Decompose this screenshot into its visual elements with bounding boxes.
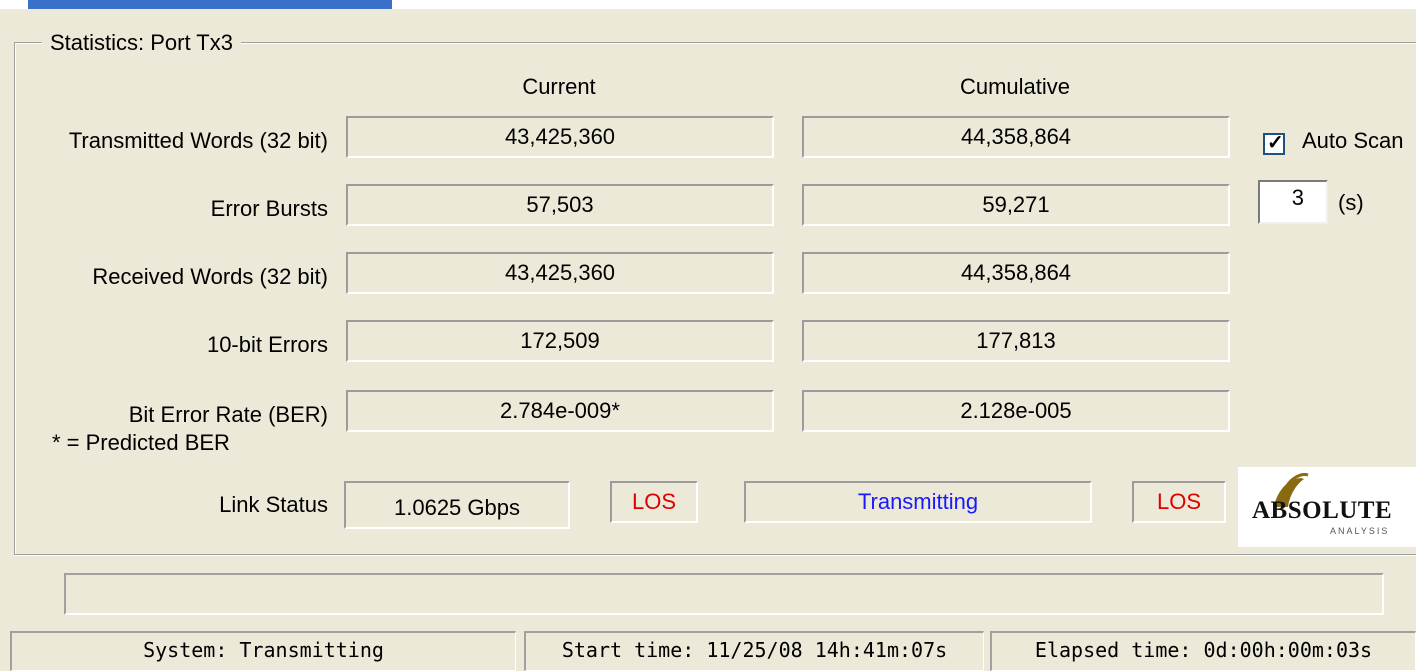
transmitted-words-cumulative: 44,358,864	[802, 116, 1230, 158]
received-words-current: 43,425,360	[346, 252, 774, 294]
status-bar: System: Transmitting Start time: 11/25/0…	[0, 629, 1416, 671]
los-indicator-right: LOS	[1132, 481, 1226, 523]
progress-bar	[64, 573, 1384, 615]
row-sublabel-predicted-ber: * = Predicted BER	[52, 430, 230, 455]
scan-interval-input[interactable]	[1258, 180, 1328, 224]
group-title: Statistics: Port Tx3	[42, 30, 241, 56]
column-header-cumulative: Cumulative	[959, 74, 1071, 99]
scan-interval-unit: (s)	[1338, 190, 1364, 215]
row-label-10bit-errors: 10-bit Errors	[206, 332, 328, 357]
ber-current: 2.784e-009*	[346, 390, 774, 432]
active-tab-indicator[interactable]	[28, 0, 392, 9]
10bit-errors-cumulative: 177,813	[802, 320, 1230, 362]
auto-scan-checkbox[interactable]: ✓	[1263, 132, 1285, 155]
received-words-cumulative: 44,358,864	[802, 252, 1230, 294]
row-label-transmitted-words: Transmitted Words (32 bit)	[68, 128, 328, 153]
logo-text: ABSOLUTE	[1252, 497, 1393, 524]
link-state-field: Transmitting	[744, 481, 1092, 523]
status-start-time: Start time: 11/25/08 14h:41m:07s	[524, 631, 984, 671]
error-bursts-current: 57,503	[346, 184, 774, 226]
link-speed-field: 1.0625 Gbps	[344, 481, 570, 529]
row-label-link-status: Link Status	[219, 492, 328, 517]
row-label-bit-error-rate: Bit Error Rate (BER)	[128, 402, 328, 427]
ber-cumulative: 2.128e-005	[802, 390, 1230, 432]
absolute-analysis-logo: ABSOLUTE ANALYSIS	[1238, 467, 1416, 547]
column-header-current: Current	[522, 74, 596, 99]
row-label-error-bursts: Error Bursts	[210, 196, 328, 221]
checkmark-icon: ✓	[1267, 132, 1284, 154]
status-elapsed-time: Elapsed time: 0d:00h:00m:03s	[990, 631, 1416, 671]
status-system: System: Transmitting	[10, 631, 516, 671]
auto-scan-label[interactable]: Auto Scan	[1302, 126, 1404, 156]
transmitted-words-current: 43,425,360	[346, 116, 774, 158]
los-indicator-left: LOS	[610, 481, 698, 523]
top-tab-strip	[0, 0, 1416, 9]
row-label-received-words: Received Words (32 bit)	[92, 264, 328, 289]
10bit-errors-current: 172,509	[346, 320, 774, 362]
logo-subtext: ANALYSIS	[1330, 526, 1390, 536]
error-bursts-cumulative: 59,271	[802, 184, 1230, 226]
